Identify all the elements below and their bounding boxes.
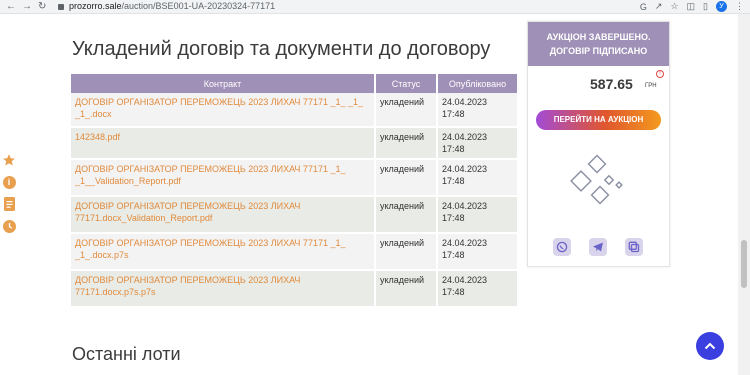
- url-host: prozorro.sale: [69, 1, 122, 11]
- back-icon[interactable]: ←: [6, 0, 16, 13]
- auction-status-line1: АУКЦІОН ЗАВЕРШЕНО.: [546, 32, 651, 42]
- share-icon[interactable]: ↗: [655, 1, 663, 12]
- scrollbar-thumb[interactable]: [741, 240, 747, 288]
- published-cell: 24.04.2023 17:48: [437, 233, 517, 271]
- table-row: ДОГОВІР ОРГАНІЗАТОР ПЕРЕМОЖЕЦЬ 2023 ЛИХА…: [71, 93, 517, 128]
- column-header-published: Опубліковано: [437, 74, 517, 93]
- document-link[interactable]: ДОГОВІР ОРГАНІЗАТОР ПЕРЕМОЖЕЦЬ 2023 ЛИХА…: [71, 233, 376, 271]
- menu-kebab-icon[interactable]: ⋮: [735, 1, 744, 12]
- document-link[interactable]: ДОГОВІР ОРГАНІЗАТОР ПЕРЕМОЖЕЦЬ 2023 ЛИХА…: [71, 270, 376, 308]
- published-cell: 24.04.2023 17:48: [437, 270, 517, 308]
- address-bar[interactable]: prozorro.sale/auction/BSE001-UA-20230324…: [58, 0, 658, 13]
- forward-icon[interactable]: →: [22, 0, 32, 13]
- document-link[interactable]: ДОГОВІР ОРГАНІЗАТОР ПЕРЕМОЖЕЦЬ 2023 ЛИХА…: [71, 159, 376, 197]
- url-path: /auction/BSE001-UA-20230324-77171: [121, 1, 276, 11]
- document-icon[interactable]: [2, 197, 16, 211]
- sidebar-icon[interactable]: ▯: [703, 1, 708, 12]
- latest-lots-heading: Останні лоти: [72, 344, 181, 364]
- document-link[interactable]: ДОГОВІР ОРГАНІЗАТОР ПЕРЕМОЖЕЦЬ 2023 ЛИХА…: [71, 196, 376, 234]
- column-header-status: Статус: [375, 74, 438, 93]
- go-to-auction-button[interactable]: ПЕРЕЙТИ НА АУКЦІОН: [536, 110, 661, 130]
- status-cell: укладений: [375, 93, 438, 128]
- table-row: ДОГОВІР ОРГАНІЗАТОР ПЕРЕМОЖЕЦЬ 2023 ЛИХА…: [71, 159, 517, 197]
- status-cell: укладений: [375, 233, 438, 271]
- auction-status-banner: АУКЦІОН ЗАВЕРШЕНО. ДОГОВІР ПІДПИСАНО: [528, 22, 669, 66]
- bookmark-star-icon[interactable]: ☆: [670, 1, 678, 12]
- telegram-icon[interactable]: [589, 238, 607, 256]
- chevron-up-icon: [704, 342, 716, 350]
- table-row: ДОГОВІР ОРГАНІЗАТОР ПЕРЕМОЖЕЦЬ 2023 ЛИХА…: [71, 270, 517, 308]
- price-info-icon[interactable]: !: [656, 70, 664, 78]
- currency-label: ГРН: [645, 83, 657, 89]
- table-row: ДОГОВІР ОРГАНІЗАТОР ПЕРЕМОЖЕЦЬ 2023 ЛИХА…: [71, 196, 517, 234]
- published-cell: 24.04.2023 17:48: [437, 127, 517, 160]
- star-icon[interactable]: [2, 153, 16, 167]
- auction-status-card: АУКЦІОН ЗАВЕРШЕНО. ДОГОВІР ПІДПИСАНО 587…: [527, 21, 670, 267]
- auction-status-line2: ДОГОВІР ПІДПИСАНО: [549, 46, 648, 56]
- final-price: 587.65: [590, 76, 633, 92]
- document-link[interactable]: 142348.pdf: [71, 127, 376, 160]
- status-cell: укладений: [375, 196, 438, 234]
- published-cell: 24.04.2023 17:48: [437, 159, 517, 197]
- side-quick-nav: i: [0, 153, 18, 233]
- browser-toolbar: ← → ↻ prozorro.sale/auction/BSE001-UA-20…: [0, 0, 750, 14]
- status-cell: укладений: [375, 159, 438, 197]
- prozorro-logo-icon: [565, 152, 635, 212]
- page-scrollbar[interactable]: [738, 14, 750, 375]
- clock-icon[interactable]: [2, 219, 16, 233]
- info-icon[interactable]: i: [2, 175, 16, 189]
- reload-icon[interactable]: ↻: [38, 0, 46, 13]
- table-row: ДОГОВІР ОРГАНІЗАТОР ПЕРЕМОЖЕЦЬ 2023 ЛИХА…: [71, 233, 517, 271]
- published-cell: 24.04.2023 17:48: [437, 93, 517, 128]
- viber-icon[interactable]: [553, 238, 571, 256]
- copy-link-icon[interactable]: [625, 238, 643, 256]
- status-cell: укладений: [375, 127, 438, 160]
- scroll-to-top-button[interactable]: [696, 332, 724, 360]
- published-cell: 24.04.2023 17:48: [437, 196, 517, 234]
- price-row: 587.65 ГРН !: [528, 66, 669, 102]
- page-title: Укладений договір та документи до догово…: [72, 38, 491, 60]
- lock-icon: [58, 3, 64, 10]
- contract-documents-table: Контракт Статус Опубліковано ДОГОВІР ОРГ…: [71, 74, 517, 308]
- google-icon[interactable]: G: [640, 2, 647, 12]
- column-header-contract: Контракт: [71, 74, 376, 93]
- table-row: 142348.pdf укладений 24.04.2023 17:48: [71, 127, 517, 160]
- extensions-icon[interactable]: ◫: [687, 1, 696, 12]
- document-link[interactable]: ДОГОВІР ОРГАНІЗАТОР ПЕРЕМОЖЕЦЬ 2023 ЛИХА…: [71, 93, 376, 128]
- status-cell: укладений: [375, 270, 438, 308]
- profile-avatar[interactable]: У: [716, 1, 727, 12]
